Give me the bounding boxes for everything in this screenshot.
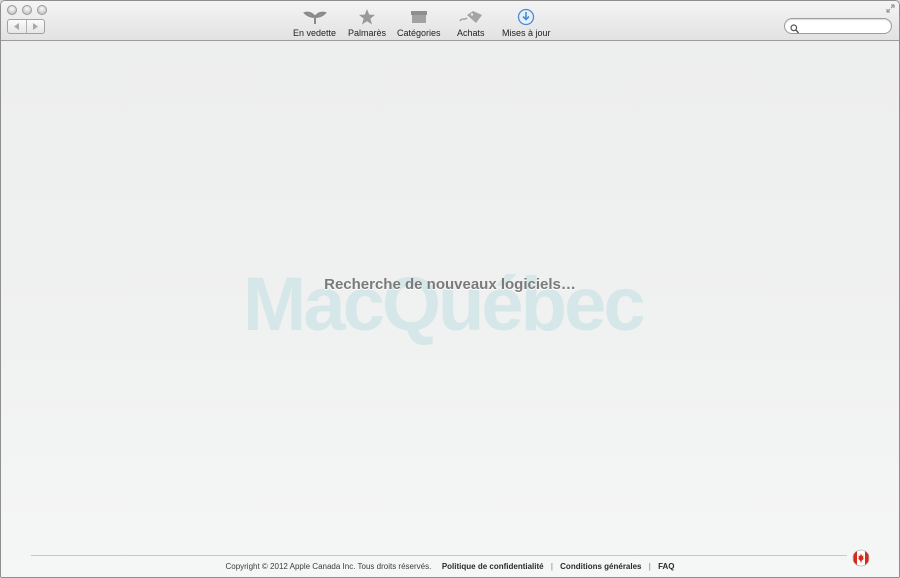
featured-icon [302,7,327,27]
tab-top-charts-label: Palmarès [348,28,387,38]
terms-link[interactable]: Conditions générales [560,562,641,571]
tab-featured[interactable]: En vedette [293,7,336,38]
search-input[interactable] [801,20,891,34]
tab-categories[interactable]: Catégories [397,7,441,38]
star-icon [358,7,376,27]
forward-arrow-icon [33,23,39,30]
tab-updates-label: Mises à jour [502,28,551,38]
tag-icon [458,7,484,27]
footer-divider [31,555,847,556]
tab-purchases-label: Achats [457,28,485,38]
tab-top-charts[interactable]: Palmarès [348,7,386,38]
loading-message: Recherche de nouveaux logiciels… [324,276,576,293]
forward-button[interactable] [25,20,45,33]
tab-updates[interactable]: Mises à jour [502,7,551,38]
footer-separator: | [550,562,553,571]
minimize-window-button[interactable] [22,5,32,15]
footer-separator: | [648,562,651,571]
app-store-window: En vedette Palmarès Catégories Achats Mi… [0,0,900,578]
search-field[interactable] [784,18,892,34]
tab-featured-label: En vedette [293,28,337,38]
box-icon [410,7,428,27]
fullscreen-icon[interactable] [886,4,895,15]
zoom-window-button[interactable] [37,5,47,15]
main-content: MacQuébec Recherche de nouveaux logiciel… [1,41,899,577]
toolbar: En vedette Palmarès Catégories Achats Mi… [1,1,899,41]
back-arrow-icon [13,23,19,30]
copyright-text: Copyright © 2012 Apple Canada Inc. Tous … [225,562,432,571]
faq-link[interactable]: FAQ [658,562,674,571]
footer: Copyright © 2012 Apple Canada Inc. Tous … [1,562,899,571]
navigation-buttons [7,19,45,34]
tab-categories-label: Catégories [397,28,441,38]
back-button[interactable] [8,20,26,33]
search-icon [790,21,800,39]
close-window-button[interactable] [7,5,17,15]
tab-purchases[interactable]: Achats [457,7,485,38]
download-icon [517,7,535,27]
privacy-policy-link[interactable]: Politique de confidentialité [442,562,544,571]
